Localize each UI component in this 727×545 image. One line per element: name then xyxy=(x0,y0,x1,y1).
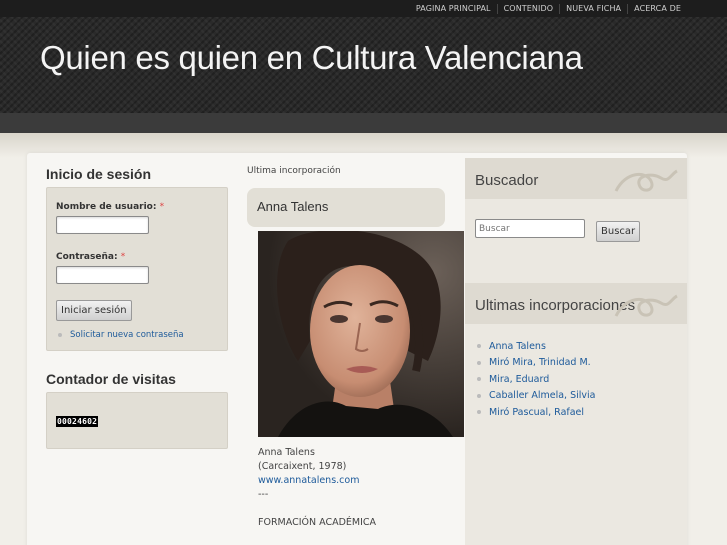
search-form: Buscar xyxy=(465,199,687,283)
list-item: Miró Pascual, Rafael xyxy=(475,404,677,421)
login-block-title: Inicio de sesión xyxy=(46,166,152,182)
visit-counter: 00024602 xyxy=(56,416,99,427)
site-header: Quien es quien en Cultura Valenciana xyxy=(0,17,727,113)
person-origin: (Carcaixent, 1978) xyxy=(258,461,347,472)
section-heading: FORMACIÓN ACADÉMICA xyxy=(258,517,377,528)
search-button[interactable]: Buscar xyxy=(596,221,641,242)
portrait-image xyxy=(258,231,464,437)
recent-link[interactable]: Mira, Eduard xyxy=(489,374,549,385)
recent-link[interactable]: Miró Pascual, Rafael xyxy=(489,407,584,418)
reset-password-link[interactable]: Solicitar nueva contraseña xyxy=(70,330,184,340)
latest-addition-label: Ultima incorporación xyxy=(247,166,341,176)
site-title[interactable]: Quien es quien en Cultura Valenciana xyxy=(40,39,583,77)
ornament-icon xyxy=(614,294,678,317)
list-item: Miró Mira, Trinidad M. xyxy=(475,355,677,372)
website-link[interactable]: www.annatalens.com xyxy=(258,475,359,486)
bullet-icon xyxy=(477,393,481,398)
header-subbar xyxy=(0,113,727,133)
bullet-icon xyxy=(477,377,481,382)
login-form: Nombre de usuario: * Contraseña: * Inici… xyxy=(46,187,228,351)
search-block-header: Buscador xyxy=(465,158,687,199)
visit-counter-box: 00024602 xyxy=(46,392,228,449)
login-button[interactable]: Iniciar sesión xyxy=(56,300,132,321)
bullet-icon xyxy=(477,410,481,415)
top-navigation: PAGINA PRINCIPAL CONTENIDO NUEVA FICHA A… xyxy=(0,0,727,17)
recent-link[interactable]: Miró Mira, Trinidad M. xyxy=(489,357,591,368)
username-input[interactable] xyxy=(56,216,149,234)
password-input[interactable] xyxy=(56,266,149,284)
recent-block-header: Ultimas incorporaciones xyxy=(465,283,687,324)
username-label: Nombre de usuario: * xyxy=(56,202,218,212)
bullet-icon xyxy=(477,344,481,349)
left-sidebar: Inicio de sesión Nombre de usuario: * Co… xyxy=(46,166,228,449)
main-content: Ultima incorporación Anna Talens Anna Ta… xyxy=(247,166,464,530)
recent-link[interactable]: Caballer Almela, Silvia xyxy=(489,390,596,401)
bullet-icon xyxy=(58,333,62,337)
ornament-icon xyxy=(614,169,678,192)
required-mark: * xyxy=(120,252,126,262)
recent-list: Anna Talens Miró Mira, Trinidad M. Mira,… xyxy=(465,324,687,421)
bullet-icon xyxy=(477,360,481,365)
required-mark: * xyxy=(159,202,165,212)
right-sidebar: Buscador Buscar Ultimas incorporaciones … xyxy=(465,158,687,545)
password-label-text: Contraseña: xyxy=(56,252,118,262)
nav-link-pagina-principal[interactable]: PAGINA PRINCIPAL xyxy=(410,4,497,14)
counter-block-title: Contador de visitas xyxy=(46,371,176,387)
search-input[interactable] xyxy=(475,219,585,238)
nav-link-nueva-ficha[interactable]: NUEVA FICHA xyxy=(559,3,627,14)
search-block-title: Buscador xyxy=(475,172,539,189)
list-item: Caballer Almela, Silvia xyxy=(475,388,677,405)
profile-photo[interactable] xyxy=(258,231,464,437)
nav-link-acerca-de[interactable]: ACERCA DE xyxy=(627,3,687,14)
list-item: Anna Talens xyxy=(475,338,677,355)
reset-password-item: Solicitar nueva contraseña xyxy=(56,330,218,340)
recent-link[interactable]: Anna Talens xyxy=(489,341,546,352)
article-title[interactable]: Anna Talens xyxy=(257,199,435,214)
person-name: Anna Talens xyxy=(258,447,315,458)
article-title-box: Anna Talens xyxy=(247,188,445,227)
separator-text: --- xyxy=(258,489,269,500)
password-label: Contraseña: * xyxy=(56,252,218,262)
article-body: Anna Talens (Carcaixent, 1978) www.annat… xyxy=(258,446,464,530)
username-label-text: Nombre de usuario: xyxy=(56,202,157,212)
nav-link-contenido[interactable]: CONTENIDO xyxy=(496,3,560,14)
list-item: Mira, Eduard xyxy=(475,371,677,388)
